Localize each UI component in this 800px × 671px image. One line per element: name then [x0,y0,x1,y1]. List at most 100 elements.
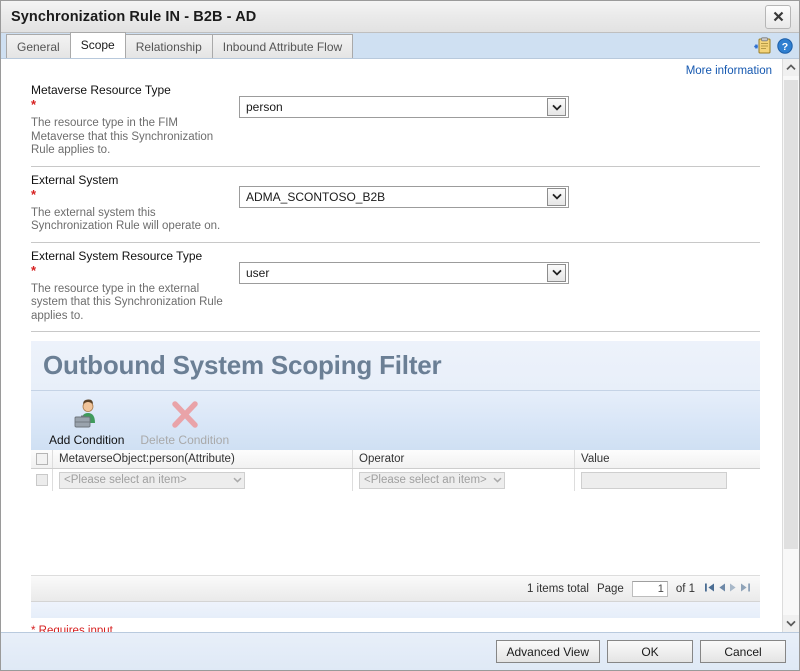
cancel-button[interactable]: Cancel [700,640,786,663]
requires-input-note: * Requires input [1,618,782,632]
outbound-system-scoping-filter-panel: Outbound System Scoping Filter [31,341,760,618]
field-label: Metaverse Resource Type [31,83,231,98]
filter-panel-bottom-edge [31,602,760,618]
page-label: Page [597,583,624,595]
svg-text:?: ? [782,41,788,53]
delete-condition-label: Delete Condition [140,433,229,447]
row-select-cell [31,469,53,491]
add-to-clipboard-icon[interactable] [754,37,771,55]
field-control-block: person [239,83,760,158]
required-asterisk: * [31,99,231,113]
scrollbar-thumb[interactable] [784,80,798,549]
filter-header: Outbound System Scoping Filter [31,341,760,391]
grid-pager: 1 items total Page 1 of 1 [31,575,760,601]
field-description: The resource type in the FIM Metaverse t… [31,117,231,158]
external-system-resource-type-dropdown[interactable]: user [239,262,569,284]
column-header-value[interactable]: Value [575,450,760,468]
field-label-block: External System Resource Type * The reso… [31,249,239,324]
pager-arrows [705,582,750,596]
required-asterisk: * [31,189,231,203]
items-total-label: 1 items total [527,583,589,595]
page-number-input[interactable]: 1 [632,581,668,597]
select-all-checkbox[interactable] [36,453,48,465]
previous-page-icon[interactable] [718,582,726,596]
field-label-block: External System * The external system th… [31,173,239,234]
attribute-dropdown-value: <Please select an item> [64,474,230,486]
field-control-block: ADMA_SCONTOSO_B2B [239,173,760,234]
more-information-link[interactable]: More information [686,65,772,77]
scroll-down-button[interactable] [783,615,799,632]
tab-bar: General Scope Relationship Inbound Attri… [1,33,799,59]
tab-relationship[interactable]: Relationship [125,34,213,58]
filter-title: Outbound System Scoping Filter [43,350,760,380]
column-header-label: MetaverseObject:person(Attribute) [59,453,235,465]
help-icon[interactable]: ? [777,38,793,54]
more-information-row: More information [1,59,782,77]
column-header-label: Value [581,453,610,465]
metaverse-resource-type-dropdown[interactable]: person [239,96,569,118]
required-asterisk: * [31,265,231,279]
page-of-label: of 1 [676,583,695,595]
field-control-block: user [239,249,760,324]
field-description: The external system this Synchronization… [31,207,231,234]
field-description: The resource type in the external system… [31,283,231,324]
chevron-down-icon [490,477,504,483]
grid-header-row: MetaverseObject:person(Attribute) Operat… [31,450,760,469]
scrollbar-track[interactable] [783,76,799,615]
field-metaverse-resource-type: Metaverse Resource Type * The resource t… [31,77,760,167]
add-condition-person-icon [72,399,102,431]
dialog-body: More information Metaverse Resource Type… [1,59,799,632]
row-operator-cell: <Please select an item> [353,469,575,491]
row-attribute-cell: <Please select an item> [53,469,353,491]
field-external-system: External System * The external system th… [31,167,760,243]
last-page-icon[interactable] [740,582,750,596]
attribute-dropdown[interactable]: <Please select an item> [59,472,245,489]
dropdown-value: user [240,266,547,280]
field-external-system-resource-type: External System Resource Type * The reso… [31,243,760,333]
column-header-attribute[interactable]: MetaverseObject:person(Attribute) [53,450,353,468]
scope-tab-content: More information Metaverse Resource Type… [1,59,782,632]
column-header-operator[interactable]: Operator [353,450,575,468]
tab-bar-icons: ? [754,37,793,55]
ok-button[interactable]: OK [607,640,693,663]
select-all-cell [31,450,53,468]
conditions-grid: MetaverseObject:person(Attribute) Operat… [31,450,760,602]
chevron-down-icon [547,188,566,206]
chevron-down-icon [547,98,566,116]
close-button[interactable] [765,5,791,29]
field-label-block: Metaverse Resource Type * The resource t… [31,83,239,158]
tab-general[interactable]: General [6,34,71,58]
dialog-footer: Advanced View OK Cancel [1,632,799,670]
vertical-scrollbar[interactable] [782,59,799,632]
grid-empty-space [31,491,760,575]
value-input[interactable] [581,472,727,489]
delete-condition-button[interactable]: Delete Condition [140,399,229,447]
add-condition-label: Add Condition [49,433,124,447]
close-icon [773,11,784,22]
table-row: <Please select an item> <Please select a… [31,469,760,491]
first-page-icon[interactable] [705,582,715,596]
field-label: External System Resource Type [31,249,231,264]
synchronization-rule-dialog: Synchronization Rule IN - B2B - AD Gener… [0,0,800,671]
filter-toolbar: Add Condition Delete Condition [31,391,760,450]
chevron-down-icon [547,264,566,282]
operator-dropdown-value: <Please select an item> [364,474,490,486]
external-system-dropdown[interactable]: ADMA_SCONTOSO_B2B [239,186,569,208]
column-header-label: Operator [359,453,404,465]
add-condition-button[interactable]: Add Condition [49,399,124,447]
row-value-cell [575,469,760,491]
operator-dropdown[interactable]: <Please select an item> [359,472,505,489]
dropdown-value: person [240,100,547,114]
tab-inbound-attribute-flow[interactable]: Inbound Attribute Flow [212,34,353,58]
window-title: Synchronization Rule IN - B2B - AD [11,9,765,25]
row-checkbox[interactable] [36,474,48,486]
delete-condition-x-icon [170,399,200,431]
next-page-icon[interactable] [729,582,737,596]
title-bar: Synchronization Rule IN - B2B - AD [1,1,799,33]
chevron-down-icon [230,477,244,483]
field-label: External System [31,173,231,188]
tab-scope[interactable]: Scope [70,32,126,58]
dropdown-value: ADMA_SCONTOSO_B2B [240,190,547,204]
advanced-view-button[interactable]: Advanced View [496,640,601,663]
scroll-up-button[interactable] [783,59,799,76]
